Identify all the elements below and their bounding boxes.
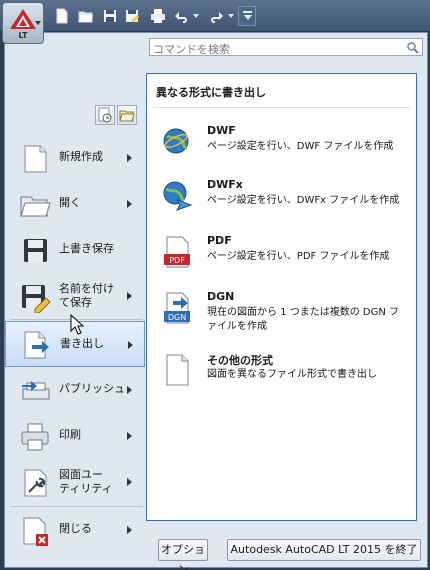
save-icon [19, 235, 51, 267]
chevron-down-icon [35, 21, 41, 25]
option-description: ページ設定を行い、DWF ファイルを作成 [207, 141, 394, 152]
nav-print[interactable]: 印刷 [5, 415, 145, 457]
dgn-badge-text: DGN [168, 313, 186, 322]
nav-label: 書き出し [60, 337, 104, 350]
chevron-right-icon [127, 432, 132, 440]
open-icon[interactable] [78, 8, 94, 24]
export-option-dgn[interactable]: DGN DGN 現在の図面から 1 つまたは複数の DGN ファイルを作成 [157, 290, 412, 336]
dwf-globe-icon [161, 126, 193, 158]
search-placeholder: コマンドを検索 [153, 43, 230, 56]
nav-save[interactable]: 上書き保存 [5, 229, 145, 271]
pdf-badge-text: PDF [169, 256, 185, 265]
nav-label: 閉じる [59, 522, 92, 535]
option-title: PDF [207, 234, 232, 247]
recent-documents-icon[interactable] [95, 105, 115, 125]
export-option-other[interactable]: その他の形式 図面を異なるファイル形式で書き出し [157, 352, 412, 388]
redo-dropdown-icon[interactable] [228, 14, 234, 18]
chevron-right-icon [127, 478, 132, 486]
quick-access-toolbar: LT [0, 0, 430, 44]
export-option-pdf[interactable]: PDF PDF ページ設定を行い、PDF ファイルを作成 [157, 234, 412, 270]
folder-open-icon [19, 189, 51, 221]
search-input[interactable]: コマンドを検索 [149, 38, 423, 56]
dwfx-globe-icon [161, 180, 193, 212]
publish-icon [19, 375, 51, 407]
chevron-right-icon [127, 292, 132, 300]
divider [153, 107, 410, 108]
nav-label: 印刷 [59, 428, 81, 441]
chevron-right-icon [127, 386, 132, 394]
nav-label: 名前を付け て保存 [59, 282, 114, 309]
menu-navigation: 新規作成 開く 上書き保存 名前を付け て保存 書き出し パブリッシュ 印刷 図… [5, 65, 145, 546]
nav-label: 新規作成 [59, 150, 103, 163]
export-submenu: 異なる形式に書き出し DWF ページ設定を行い、DWF ファイルを作成 DWFx… [146, 73, 417, 521]
chevron-right-icon [127, 154, 132, 162]
option-title: DWF [207, 124, 236, 137]
nav-new[interactable]: 新規作成 [5, 137, 145, 179]
chevron-right-icon [127, 526, 132, 534]
new-icon[interactable] [54, 8, 70, 24]
pdf-icon: PDF [161, 236, 193, 268]
print-icon [19, 421, 51, 453]
undo-icon[interactable] [174, 8, 190, 24]
search-icon [407, 42, 419, 54]
other-format-icon [161, 354, 193, 386]
nav-open[interactable]: 開く [5, 183, 145, 225]
nav-label: 図面ユー ティリティ [59, 468, 113, 495]
dgn-icon: DGN [161, 292, 193, 324]
nav-label: 開く [59, 196, 81, 209]
customize-toolbar-icon[interactable] [238, 6, 256, 26]
nav-save-as[interactable]: 名前を付け て保存 [5, 275, 145, 317]
save-as-icon[interactable] [124, 8, 140, 24]
export-panel-title: 異なる形式に書き出し [156, 86, 266, 99]
option-title: その他の形式 [207, 354, 273, 367]
close-document-icon [19, 515, 51, 547]
print-icon[interactable] [150, 8, 166, 24]
option-description: 図面を異なるファイル形式で書き出し [207, 369, 377, 380]
new-document-icon [19, 143, 51, 175]
application-menu: コマンドを検索 新規作成 開く 上書き保存 名前を付け て保存 書き出し パブリ… [4, 32, 428, 570]
nav-label: パブリッシュ [59, 382, 125, 395]
autocad-logo-icon [10, 9, 36, 29]
options-button[interactable]: オプション [158, 539, 208, 570]
option-description: 現在の図面から 1 つまたは複数の DGN ファイルを作成 [207, 307, 400, 332]
export-option-dwf[interactable]: DWF ページ設定を行い、DWF ファイルを作成 [157, 124, 412, 160]
divider [11, 506, 143, 507]
application-menu-button[interactable]: LT [2, 2, 44, 44]
nav-close[interactable]: 閉じる [5, 509, 145, 551]
export-icon [20, 329, 52, 361]
nav-label: 上書き保存 [59, 242, 114, 255]
redo-icon[interactable] [208, 8, 224, 24]
option-title: DGN [207, 290, 235, 303]
mouse-cursor-icon [70, 314, 84, 335]
option-description: ページ設定を行い、DWFx ファイルを作成 [207, 195, 400, 206]
nav-drawing-utilities[interactable]: 図面ユー ティリティ [5, 461, 145, 503]
chevron-right-icon [127, 200, 132, 208]
option-title: DWFx [207, 178, 243, 191]
app-button-label: LT [18, 31, 28, 40]
exit-button[interactable]: Autodesk AutoCAD LT 2015 を終了 [227, 539, 421, 561]
chevron-right-icon [128, 341, 133, 349]
drawing-utilities-icon [19, 467, 51, 499]
nav-publish[interactable]: パブリッシュ [5, 369, 145, 411]
export-option-dwfx[interactable]: DWFx ページ設定を行い、DWFx ファイルを作成 [157, 178, 412, 214]
open-documents-icon[interactable] [117, 105, 137, 125]
save-as-icon [19, 281, 51, 313]
undo-dropdown-icon[interactable] [193, 14, 199, 18]
option-description: ページ設定を行い、PDF ファイルを作成 [207, 251, 390, 262]
save-icon[interactable] [102, 8, 118, 24]
